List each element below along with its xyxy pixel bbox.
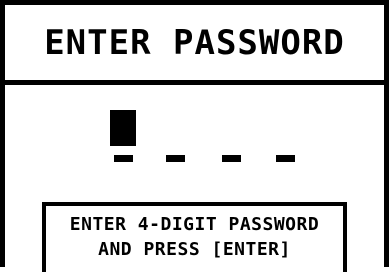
password-slot-1: [114, 155, 133, 162]
screen-title: ENTER PASSWORD: [44, 22, 345, 63]
password-cursor: [110, 110, 136, 146]
password-slot-4: [276, 155, 295, 162]
hint-box: ENTER 4-DIGIT PASSWORD AND PRESS [ENTER]: [42, 202, 347, 272]
title-divider: [0, 80, 389, 85]
password-slot-3: [222, 155, 241, 162]
password-screen: ENTER PASSWORD ENTER 4-DIGIT PASSWORD AN…: [0, 0, 389, 272]
hint-line-2: AND PRESS [ENTER]: [98, 239, 291, 260]
hint-line-1: ENTER 4-DIGIT PASSWORD: [69, 214, 320, 235]
password-slot-2: [166, 155, 185, 162]
frame-right-border: [384, 0, 389, 267]
